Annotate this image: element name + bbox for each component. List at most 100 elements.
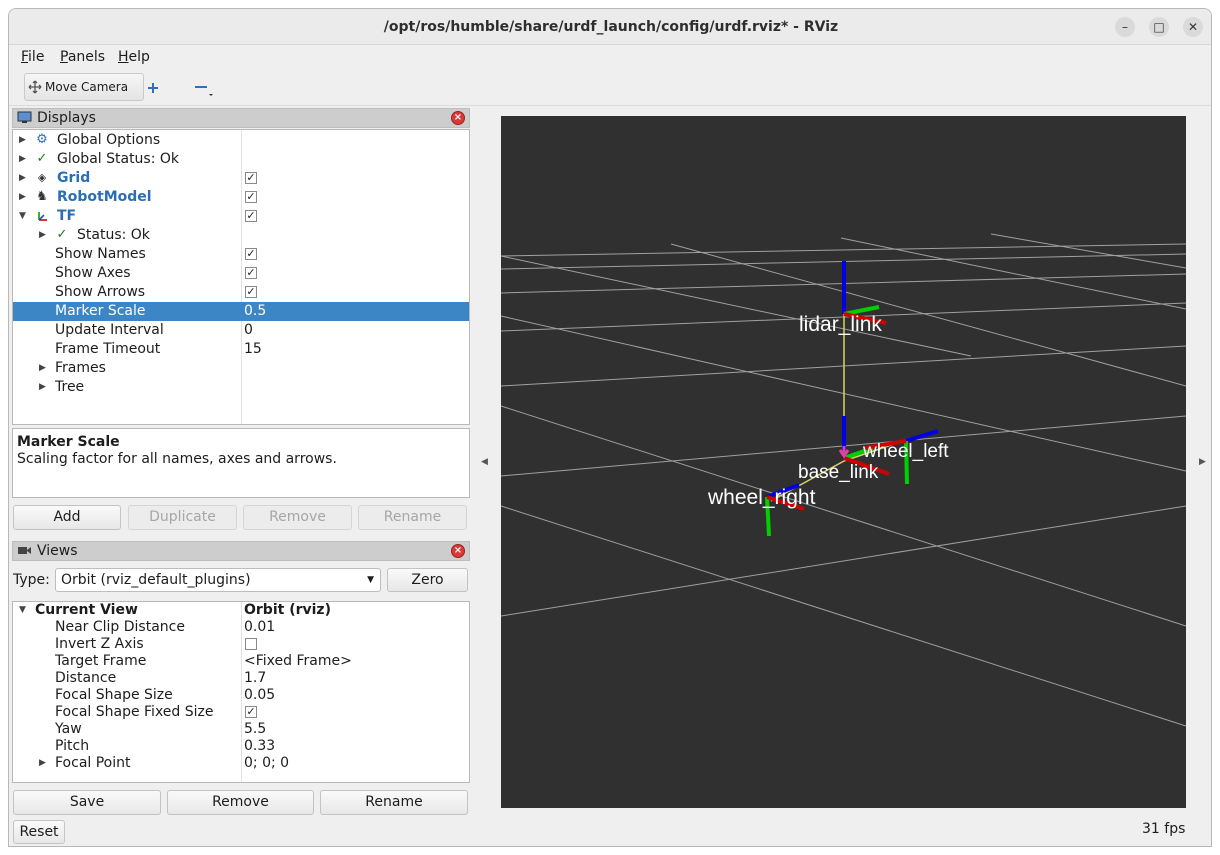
row-name: Status: Ok <box>77 227 150 243</box>
row-name: Show Arrows <box>55 284 146 300</box>
views-tree: ▼ Current View Orbit (rviz) Near Clip Di… <box>12 601 470 783</box>
zero-button[interactable]: Zero <box>387 568 468 592</box>
row-value[interactable]: 0 <box>244 321 253 340</box>
row-value[interactable]: 5.5 <box>244 721 266 738</box>
scene-canvas[interactable]: lidar_link base_link wheel_left wheel_ri… <box>500 116 1187 808</box>
collapse-right-panel-icon[interactable]: ▶ <box>1199 457 1206 467</box>
view-row-focal-shape-size[interactable]: Focal Shape Size 0.05 <box>13 687 469 704</box>
menu-help[interactable]: Help <box>118 49 150 65</box>
rename-view-button[interactable]: Rename <box>320 790 468 815</box>
display-row-show-names[interactable]: Show Names ✓ <box>13 245 469 264</box>
view-row-focal-shape-fixed[interactable]: Focal Shape Fixed Size ✓ <box>13 704 469 721</box>
plus-icon[interactable] <box>146 81 160 95</box>
row-name: Current View <box>35 602 138 618</box>
close-icon[interactable]: × <box>451 111 465 125</box>
minus-icon[interactable] <box>194 81 216 97</box>
expand-arrow-icon[interactable]: ▶ <box>19 169 26 188</box>
view-type-select[interactable]: Orbit (rviz_default_plugins) ▼ <box>55 568 381 592</box>
frame-label-wheel-right: wheel_right <box>707 486 816 509</box>
display-row-frame-timeout[interactable]: Frame Timeout 15 <box>13 340 469 359</box>
row-value[interactable]: 15 <box>244 340 262 359</box>
view-row-target-frame[interactable]: Target Frame <Fixed Frame> <box>13 653 469 670</box>
collapse-arrow-icon[interactable]: ▼ <box>19 602 26 619</box>
render-viewport[interactable]: lidar_link base_link wheel_left wheel_ri… <box>500 116 1187 808</box>
row-value[interactable]: 0.5 <box>244 302 266 321</box>
show-arrows-checkbox[interactable]: ✓ <box>245 286 257 298</box>
move-camera-button[interactable]: Move Camera <box>24 73 144 101</box>
remove-display-button[interactable]: Remove <box>243 505 352 530</box>
checkmark-icon: ✓ <box>56 227 68 242</box>
display-row-global-status[interactable]: ▶ ✓ Global Status: Ok <box>13 150 469 169</box>
save-view-button[interactable]: Save <box>13 790 161 815</box>
duplicate-display-button[interactable]: Duplicate <box>128 505 237 530</box>
display-row-tree[interactable]: ▶ Tree <box>13 378 469 397</box>
current-view-row[interactable]: ▼ Current View Orbit (rviz) <box>13 602 469 619</box>
row-value[interactable]: 0; 0; 0 <box>244 755 289 772</box>
display-row-marker-scale[interactable]: Marker Scale 0.5 <box>13 302 469 321</box>
display-row-show-axes[interactable]: Show Axes ✓ <box>13 264 469 283</box>
view-row-focal-point[interactable]: ▶ Focal Point 0; 0; 0 <box>13 755 469 772</box>
checkmark-icon: ✓ <box>36 151 48 166</box>
close-icon[interactable]: ✕ <box>1183 17 1203 37</box>
display-row-global-options[interactable]: ▶ ⚙ Global Options <box>13 131 469 150</box>
views-title: Views <box>37 543 78 559</box>
row-name: Focal Point <box>55 755 131 771</box>
reset-button[interactable]: Reset <box>13 820 65 844</box>
move-camera-label: Move Camera <box>45 80 129 94</box>
expand-arrow-icon[interactable]: ▶ <box>19 131 26 150</box>
rviz-window: /opt/ros/humble/share/urdf_launch/config… <box>8 8 1212 847</box>
display-row-tf[interactable]: ▼ TF ✓ <box>13 207 469 226</box>
expand-arrow-icon[interactable]: ▶ <box>19 150 26 169</box>
row-name: Focal Shape Size <box>55 687 173 703</box>
display-row-grid[interactable]: ▶ ◈ Grid ✓ <box>13 169 469 188</box>
row-name: Distance <box>55 670 117 686</box>
display-row-robotmodel[interactable]: ▶ ♞ RobotModel ✓ <box>13 188 469 207</box>
grid-enabled-checkbox[interactable]: ✓ <box>245 172 257 184</box>
help-text: Scaling factor for all names, axes and a… <box>17 451 337 467</box>
view-row-distance[interactable]: Distance 1.7 <box>13 670 469 687</box>
frame-label-wheel-left: wheel_left <box>862 441 949 462</box>
row-value[interactable]: <Fixed Frame> <box>244 653 352 670</box>
show-names-checkbox[interactable]: ✓ <box>245 248 257 260</box>
robotmodel-enabled-checkbox[interactable]: ✓ <box>245 191 257 203</box>
row-value[interactable]: 0.33 <box>244 738 275 755</box>
display-row-update-interval[interactable]: Update Interval 0 <box>13 321 469 340</box>
display-row-show-arrows[interactable]: Show Arrows ✓ <box>13 283 469 302</box>
invert-z-checkbox[interactable] <box>245 638 257 650</box>
row-name: Frame Timeout <box>55 341 161 357</box>
display-row-tf-status[interactable]: ▶ ✓ Status: Ok <box>13 226 469 245</box>
add-display-button[interactable]: Add <box>13 505 121 530</box>
expand-arrow-icon[interactable]: ▶ <box>19 188 26 207</box>
row-name: Frames <box>55 360 106 376</box>
menu-file[interactable]: File <box>21 49 44 65</box>
gear-icon: ⚙ <box>36 132 48 147</box>
expand-arrow-icon[interactable]: ▶ <box>39 226 46 245</box>
tf-enabled-checkbox[interactable]: ✓ <box>245 210 257 222</box>
expand-arrow-icon[interactable]: ▶ <box>39 755 46 772</box>
view-row-invert-z[interactable]: Invert Z Axis <box>13 636 469 653</box>
collapse-arrow-icon[interactable]: ▼ <box>19 207 26 226</box>
view-row-pitch[interactable]: Pitch 0.33 <box>13 738 469 755</box>
row-value: Orbit (rviz) <box>244 602 331 618</box>
rename-display-button[interactable]: Rename <box>358 505 467 530</box>
expand-arrow-icon[interactable]: ▶ <box>39 359 46 378</box>
close-icon[interactable]: × <box>451 544 465 558</box>
menu-panels[interactable]: Panels <box>60 49 105 65</box>
row-value[interactable]: 0.05 <box>244 687 275 704</box>
minimize-icon[interactable]: – <box>1115 17 1135 37</box>
view-row-near-clip[interactable]: Near Clip Distance 0.01 <box>13 619 469 636</box>
show-axes-checkbox[interactable]: ✓ <box>245 267 257 279</box>
display-row-frames[interactable]: ▶ Frames <box>13 359 469 378</box>
maximize-icon[interactable]: □ <box>1149 17 1169 37</box>
title-bar: /opt/ros/humble/share/urdf_launch/config… <box>9 9 1211 45</box>
robot-icon: ♞ <box>36 189 48 204</box>
expand-arrow-icon[interactable]: ▶ <box>39 378 46 397</box>
collapse-left-panel-icon[interactable]: ◀ <box>481 457 488 467</box>
focal-shape-fixed-checkbox[interactable]: ✓ <box>245 706 257 718</box>
row-value[interactable]: 0.01 <box>244 619 275 636</box>
view-row-yaw[interactable]: Yaw 5.5 <box>13 721 469 738</box>
row-value[interactable]: 1.7 <box>244 670 266 687</box>
move-camera-icon <box>28 80 42 94</box>
menu-bar: File Panels Help <box>9 46 1211 68</box>
remove-view-button[interactable]: Remove <box>167 790 314 815</box>
